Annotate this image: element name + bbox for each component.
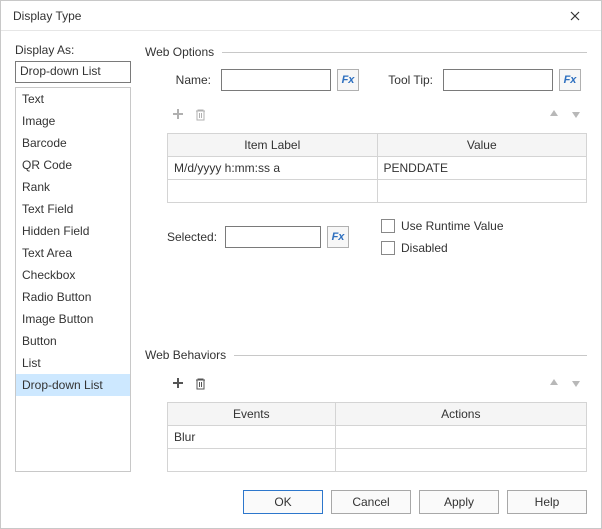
selected-label: Selected: (167, 230, 215, 244)
close-button[interactable] (557, 4, 593, 28)
selected-row: Selected: Fx Use Runtime Value Disabled (145, 219, 587, 255)
add-row-icon[interactable] (167, 103, 189, 125)
dialog-window: Display Type Display As: Drop-down List … (0, 0, 602, 529)
disabled-label: Disabled (401, 241, 448, 255)
item-label-col: Item Label (168, 134, 378, 157)
item-label-cell: M/d/yyyy h:mm:ss a (168, 157, 378, 180)
behavior-move-up-icon[interactable] (543, 372, 565, 394)
options-toolbar (145, 103, 587, 125)
add-behavior-icon[interactable] (167, 372, 189, 394)
dialog-body: Display As: Drop-down List TextImageBarc… (1, 31, 601, 480)
table-row[interactable]: M/d/yyyy h:mm:ss aPENDDATE (168, 157, 587, 180)
value-col: Value (377, 134, 587, 157)
list-item[interactable]: Image Button (16, 308, 130, 330)
web-options-header: Web Options (145, 45, 587, 59)
behaviors-table-header: Events Actions (168, 403, 587, 426)
actions-col: Actions (335, 403, 586, 426)
list-item[interactable]: Hidden Field (16, 220, 130, 242)
events-col: Events (168, 403, 336, 426)
use-runtime-label: Use Runtime Value (401, 219, 504, 233)
use-runtime-row: Use Runtime Value (381, 219, 504, 233)
help-button[interactable]: Help (507, 490, 587, 514)
display-as-list[interactable]: TextImageBarcodeQR CodeRankText FieldHid… (15, 87, 131, 472)
apply-button[interactable]: Apply (419, 490, 499, 514)
divider (222, 52, 587, 53)
display-as-select[interactable]: Drop-down List (15, 61, 131, 83)
behavior-move-down-icon[interactable] (565, 372, 587, 394)
move-down-icon[interactable] (565, 103, 587, 125)
titlebar: Display Type (1, 1, 601, 31)
action-cell (335, 426, 586, 449)
disabled-row: Disabled (381, 241, 504, 255)
value-cell: PENDDATE (377, 157, 587, 180)
display-as-label: Display As: (15, 43, 131, 57)
divider (234, 355, 587, 356)
table-row[interactable]: Blur (168, 426, 587, 449)
list-item[interactable]: Text (16, 88, 130, 110)
options-table[interactable]: Item Label Value M/d/yyyy h:mm:ss aPENDD… (167, 133, 587, 203)
list-item[interactable]: Text Field (16, 198, 130, 220)
list-item[interactable]: Radio Button (16, 286, 130, 308)
web-options-label: Web Options (145, 45, 214, 59)
delete-behavior-icon[interactable] (189, 372, 211, 394)
list-item[interactable]: Rank (16, 176, 130, 198)
left-column: Display As: Drop-down List TextImageBarc… (15, 43, 131, 472)
name-label: Name: (167, 73, 211, 87)
list-item[interactable]: Checkbox (16, 264, 130, 286)
list-item[interactable]: List (16, 352, 130, 374)
behaviors-table[interactable]: Events Actions Blur (167, 402, 587, 472)
name-tooltip-row: Name: Fx Tool Tip: Fx (145, 69, 587, 91)
dialog-footer: OK Cancel Apply Help (1, 480, 601, 528)
list-item[interactable]: Button (16, 330, 130, 352)
tooltip-fx-button[interactable]: Fx (559, 69, 581, 91)
event-cell: Blur (168, 426, 336, 449)
ok-button[interactable]: OK (243, 490, 323, 514)
list-item[interactable]: Drop-down List (16, 374, 130, 396)
web-behaviors-label: Web Behaviors (145, 348, 226, 362)
list-item[interactable]: Image (16, 110, 130, 132)
selected-fx-button[interactable]: Fx (327, 226, 349, 248)
cancel-button[interactable]: Cancel (331, 490, 411, 514)
table-row-empty[interactable] (168, 180, 587, 203)
move-up-icon[interactable] (543, 103, 565, 125)
list-item[interactable]: Text Area (16, 242, 130, 264)
list-item[interactable]: Barcode (16, 132, 130, 154)
window-title: Display Type (13, 9, 557, 23)
web-behaviors-header: Web Behaviors (145, 348, 587, 362)
name-input[interactable] (221, 69, 331, 91)
disabled-checkbox[interactable] (381, 241, 395, 255)
use-runtime-checkbox[interactable] (381, 219, 395, 233)
list-item[interactable]: QR Code (16, 154, 130, 176)
right-column: Web Options Name: Fx Tool Tip: Fx (145, 43, 587, 472)
table-row-empty[interactable] (168, 449, 587, 472)
name-fx-button[interactable]: Fx (337, 69, 359, 91)
delete-row-icon[interactable] (189, 103, 211, 125)
tooltip-label: Tool Tip: (385, 73, 433, 87)
options-table-header: Item Label Value (168, 134, 587, 157)
tooltip-input[interactable] (443, 69, 553, 91)
selected-input[interactable] (225, 226, 321, 248)
behaviors-toolbar (145, 372, 587, 394)
